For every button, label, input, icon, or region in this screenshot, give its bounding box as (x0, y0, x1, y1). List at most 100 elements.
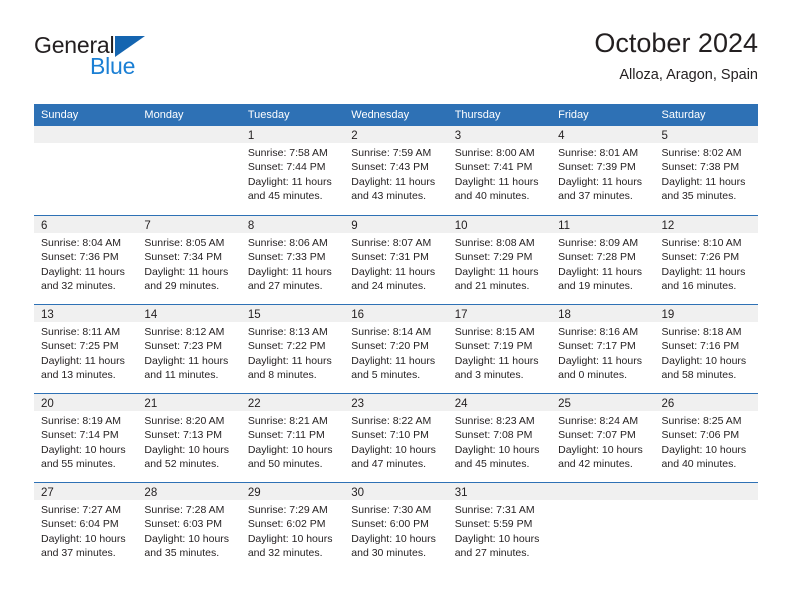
calendar-day-cell[interactable]: 14 Sunrise: 8:12 AM Sunset: 7:23 PM Dayligh… (137, 305, 241, 393)
day-number-band: 20 (34, 394, 138, 411)
calendar-day-cell[interactable]: 20 Sunrise: 8:19 AM Sunset: 7:14 PM Dayligh… (34, 394, 138, 482)
page-title: October 2024 (594, 28, 758, 58)
day-number-band: 9 (344, 216, 448, 233)
calendar-day-cell[interactable]: 15 Sunrise: 8:13 AM Sunset: 7:22 PM Dayligh… (240, 305, 345, 393)
weekday-header-monday: Monday (144, 109, 184, 121)
day-detail-line: Sunrise: 7:27 AM (41, 504, 121, 516)
day-detail-line: Sunrise: 8:11 AM (41, 326, 121, 338)
calendar-day-cell[interactable]: 18 Sunrise: 8:16 AM Sunset: 7:17 PM Dayligh… (551, 305, 655, 393)
day-detail-lines: Sunrise: 8:22 AM Sunset: 7:10 PM Daylight:… (344, 411, 447, 472)
calendar-day-cell[interactable]: 5 Sunrise: 8:02 AM Sunset: 7:38 PM Daylight… (654, 126, 758, 215)
calendar-day-cell[interactable]: 12 Sunrise: 8:10 AM Sunset: 7:26 PM Dayligh… (654, 216, 758, 304)
calendar-day-cell[interactable]: 30 Sunrise: 7:30 AM Sunset: 6:00 PM Dayligh… (344, 483, 448, 571)
calendar-day-cell[interactable]: 24 Sunrise: 8:23 AM Sunset: 7:08 PM Dayligh… (447, 394, 552, 482)
day-number-band: 7 (137, 216, 241, 233)
calendar-day-cell[interactable]: 9 Sunrise: 8:07 AM Sunset: 7:31 PM Daylight… (344, 216, 448, 304)
calendar-day-cell[interactable]: 3 Sunrise: 8:00 AM Sunset: 7:41 PM Daylight… (447, 126, 552, 215)
calendar-day-cell[interactable]: 17 Sunrise: 8:15 AM Sunset: 7:19 PM Dayligh… (447, 305, 552, 393)
day-detail-line: and 42 minutes. (558, 458, 633, 471)
day-detail-line: Daylight: 11 hours (351, 265, 436, 278)
day-detail-line: Daylight: 10 hours (144, 532, 230, 545)
day-detail-line: Sunrise: 8:21 AM (247, 415, 328, 427)
day-detail-lines: Sunrise: 8:06 AM Sunset: 7:33 PM Daylight:… (241, 233, 344, 294)
day-number: 15 (247, 309, 261, 321)
day-detail-line: Daylight: 10 hours (144, 443, 230, 456)
day-detail-line: and 40 minutes. (661, 458, 737, 471)
calendar-day-cell[interactable]: 23 Sunrise: 8:22 AM Sunset: 7:10 PM Dayligh… (344, 394, 448, 482)
calendar-day-cell[interactable]: 2 Sunrise: 7:59 AM Sunset: 7:43 PM Daylight… (344, 126, 448, 215)
day-detail-line: Sunset: 7:36 PM (41, 251, 119, 264)
calendar-day-cell[interactable]: 27 Sunrise: 7:27 AM Sunset: 6:04 PM Dayligh… (34, 483, 138, 571)
day-detail-line: and 32 minutes. (41, 280, 116, 293)
day-number: 25 (558, 398, 571, 410)
calendar-day-cell[interactable]: 26 Sunrise: 8:25 AM Sunset: 7:06 PM Dayligh… (654, 394, 758, 482)
day-number: 31 (454, 487, 468, 499)
day-detail-lines: Sunrise: 8:14 AM Sunset: 7:20 PM Daylight:… (344, 322, 447, 383)
day-number: 3 (454, 130, 462, 142)
day-number-band: 6 (34, 216, 138, 233)
day-detail-line: Sunset: 7:38 PM (661, 161, 740, 174)
day-detail-line: and 55 minutes. (41, 458, 116, 471)
calendar-week-row: 20 Sunrise: 8:19 AM Sunset: 7:14 PM Dayligh… (34, 393, 758, 482)
calendar-day-cell[interactable]: 1 Sunrise: 7:58 AM Sunset: 7:44 PM Daylight… (240, 126, 345, 215)
day-detail-line: Sunrise: 7:28 AM (144, 504, 225, 516)
day-detail-line: Sunset: 6:04 PM (41, 518, 119, 531)
day-detail-line: Sunrise: 7:58 AM (247, 147, 328, 159)
day-number-band: 10 (447, 216, 552, 233)
day-number: 9 (351, 220, 358, 232)
calendar-day-cell[interactable]: 28 Sunrise: 7:28 AM Sunset: 6:03 PM Dayligh… (137, 483, 241, 571)
day-detail-line: Sunrise: 8:00 AM (454, 147, 535, 159)
calendar-day-cell[interactable]: 11 Sunrise: 8:09 AM Sunset: 7:28 PM Dayligh… (551, 216, 655, 304)
calendar-day-cell[interactable]: 31 Sunrise: 7:31 AM Sunset: 5:59 PM Dayligh… (447, 483, 552, 571)
day-number-band: 3 (447, 126, 552, 143)
day-detail-line: Sunset: 7:19 PM (454, 340, 533, 353)
calendar-day-cell[interactable]: 19 Sunrise: 8:18 AM Sunset: 7:16 PM Dayligh… (654, 305, 758, 393)
generalblue-logo[interactable]: General Blue (34, 32, 254, 90)
weekday-header-tuesday: Tuesday (247, 109, 290, 121)
calendar-day-cell-empty (654, 483, 758, 571)
day-detail-line: Sunrise: 8:04 AM (41, 237, 121, 249)
calendar-day-cell-empty (34, 126, 138, 215)
calendar-day-cell[interactable]: 4 Sunrise: 8:01 AM Sunset: 7:39 PM Daylight… (551, 126, 655, 215)
day-detail-line: and 58 minutes. (661, 369, 737, 382)
calendar-day-cell[interactable]: 25 Sunrise: 8:24 AM Sunset: 7:07 PM Dayligh… (551, 394, 655, 482)
day-number-band: 2 (344, 126, 448, 143)
day-number-band: 14 (137, 305, 241, 322)
calendar-day-cell[interactable]: 7 Sunrise: 8:05 AM Sunset: 7:34 PM Daylight… (137, 216, 241, 304)
weekday-header-row: Sunday Monday Tuesday Wednesday Thursday Frid… (34, 104, 758, 126)
day-number: 18 (558, 309, 571, 321)
day-detail-line: and 35 minutes. (144, 547, 220, 560)
calendar-day-cell[interactable]: 6 Sunrise: 8:04 AM Sunset: 7:36 PM Daylight… (34, 216, 138, 304)
day-detail-line: Sunset: 7:28 PM (558, 251, 636, 264)
calendar-day-cell[interactable]: 8 Sunrise: 8:06 AM Sunset: 7:33 PM Daylight… (240, 216, 345, 304)
calendar-day-cell[interactable]: 22 Sunrise: 8:21 AM Sunset: 7:11 PM Dayligh… (240, 394, 345, 482)
calendar-day-cell[interactable]: 10 Sunrise: 8:08 AM Sunset: 7:29 PM Dayligh… (447, 216, 552, 304)
day-detail-lines: Sunrise: 8:16 AM Sunset: 7:17 PM Daylight:… (551, 322, 654, 383)
day-number: 10 (454, 220, 468, 232)
day-detail-line: Daylight: 11 hours (41, 265, 125, 278)
calendar-day-cell[interactable]: 16 Sunrise: 8:14 AM Sunset: 7:20 PM Dayligh… (344, 305, 448, 393)
day-detail-line: Sunrise: 8:16 AM (558, 326, 639, 338)
day-detail-line: Daylight: 11 hours (558, 354, 642, 367)
day-detail-line: Sunrise: 8:12 AM (144, 326, 225, 338)
day-detail-lines: Sunrise: 8:01 AM Sunset: 7:39 PM Daylight:… (551, 143, 654, 204)
calendar-day-cell-empty (551, 483, 655, 571)
day-number: 22 (247, 398, 261, 410)
calendar-day-cell[interactable]: 29 Sunrise: 7:29 AM Sunset: 6:02 PM Dayligh… (240, 483, 345, 571)
day-detail-line: and 50 minutes. (247, 458, 323, 471)
day-detail-lines: Sunrise: 7:27 AM Sunset: 6:04 PM Daylight:… (34, 500, 137, 561)
title-block: October 2024 Alloza, Aragon, Spain (594, 26, 758, 85)
day-detail-lines: Sunrise: 8:11 AM Sunset: 7:25 PM Daylight:… (34, 322, 137, 383)
calendar-day-cell[interactable]: 21 Sunrise: 8:20 AM Sunset: 7:13 PM Dayligh… (137, 394, 241, 482)
day-detail-line: Sunrise: 8:01 AM (558, 147, 639, 159)
logo-text-blue: Blue (90, 53, 136, 79)
calendar-week-row: 13 Sunrise: 8:11 AM Sunset: 7:25 PM Dayligh… (34, 304, 758, 393)
day-detail-lines: Sunrise: 7:30 AM Sunset: 6:00 PM Daylight:… (344, 500, 447, 561)
day-number-band: 16 (344, 305, 448, 322)
calendar-day-cell[interactable]: 13 Sunrise: 8:11 AM Sunset: 7:25 PM Dayligh… (34, 305, 138, 393)
day-detail-line: Sunset: 7:25 PM (41, 340, 119, 353)
day-detail-line: and 52 minutes. (144, 458, 220, 471)
day-detail-line: Sunset: 6:03 PM (144, 518, 223, 531)
day-number-band: 28 (137, 483, 241, 500)
day-detail-line: Sunset: 7:29 PM (454, 251, 533, 264)
